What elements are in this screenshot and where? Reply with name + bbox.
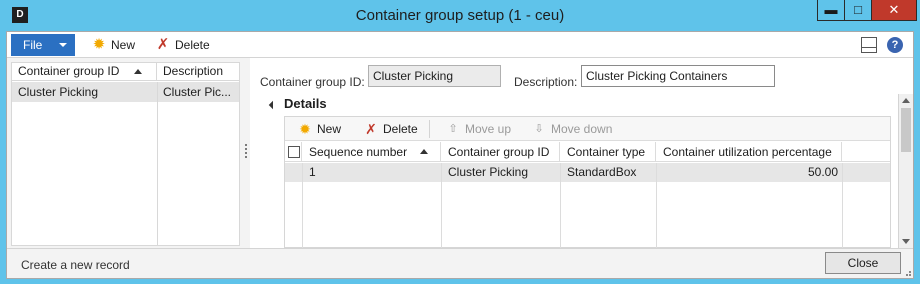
select-all-checkbox[interactable]: [288, 146, 300, 158]
title-bar[interactable]: D Container group setup (1 - ceu) ▬ □ ✕: [0, 0, 920, 30]
maximize-button[interactable]: □: [844, 0, 871, 21]
details-toolbar: ✹ New ✗ Delete ⇧ Move up ⇩ Move down: [285, 117, 890, 141]
close-button[interactable]: Close: [825, 252, 901, 274]
form-client-area: File ✹ New ✗ Delete ? Container group ID…: [6, 31, 914, 279]
window: D Container group setup (1 - ceu) ▬ □ ✕ …: [0, 0, 920, 284]
detail-pane: Container group ID: Cluster Picking Desc…: [250, 58, 913, 248]
column-divider: [441, 163, 442, 248]
column-divider: [842, 163, 843, 248]
column-divider: [302, 163, 303, 248]
help-icon[interactable]: ?: [887, 37, 903, 53]
column-divider: [560, 163, 561, 248]
column-header-container-type[interactable]: Container type: [560, 142, 656, 162]
container-group-id-field[interactable]: Cluster Picking: [368, 65, 501, 87]
collapse-arrow-icon[interactable]: [268, 100, 278, 110]
new-star-icon: ✹: [92, 36, 106, 53]
scroll-down-icon[interactable]: [902, 239, 910, 244]
column-divider: [157, 82, 158, 246]
move-up-button[interactable]: ⇧ Move up: [445, 120, 511, 138]
table-row[interactable]: 1 Cluster Picking StandardBox 50.00: [285, 163, 890, 182]
minimize-button[interactable]: ▬: [817, 0, 844, 21]
select-all-column: [285, 142, 302, 162]
details-new-label: New: [317, 122, 342, 136]
status-bar: Create a new record Close: [7, 248, 913, 278]
details-section-header[interactable]: Details: [284, 96, 327, 111]
details-grid-container: ✹ New ✗ Delete ⇧ Move up ⇩ Move down Seq…: [284, 116, 891, 248]
column-divider: [656, 163, 657, 248]
file-menu-button[interactable]: File: [11, 34, 75, 56]
cell-container-utilization: 50.00: [807, 165, 838, 179]
delete-button-label: Delete: [175, 38, 210, 52]
list-row[interactable]: Cluster Picking Cluster Pic...: [12, 82, 239, 102]
chevron-down-icon: [59, 43, 67, 47]
column-header-container-utilization[interactable]: Container utilization percentage: [656, 142, 842, 162]
window-title: Container group setup (1 - ceu): [355, 7, 565, 24]
delete-x-icon: ✗: [365, 121, 377, 137]
sort-ascending-icon: [420, 149, 428, 154]
description-label: Description:: [514, 75, 578, 89]
arrow-down-icon: ⇩: [534, 123, 544, 135]
delete-button[interactable]: ✗ Delete: [155, 36, 210, 54]
delete-x-icon: ✗: [156, 36, 170, 53]
pane-splitter-handle[interactable]: [245, 144, 248, 162]
move-up-label: Move up: [465, 122, 512, 136]
details-delete-button[interactable]: ✗ Delete: [363, 120, 418, 138]
column-header-description[interactable]: Description: [157, 63, 239, 81]
layout-icon[interactable]: [861, 37, 877, 53]
new-star-icon: ✹: [299, 121, 311, 137]
move-down-label: Move down: [551, 122, 613, 136]
scroll-up-icon[interactable]: [902, 98, 910, 103]
action-pane: File ✹ New ✗ Delete ?: [7, 32, 913, 58]
vertical-scrollbar[interactable]: [898, 94, 913, 248]
details-delete-label: Delete: [383, 122, 418, 136]
cell-container-type: StandardBox: [567, 165, 637, 179]
sort-ascending-icon: [134, 69, 142, 74]
list-header: Container group ID Description: [12, 63, 239, 81]
cell-sequence-number: 1: [309, 165, 316, 179]
list-cell-id: Cluster Picking: [18, 85, 99, 99]
container-group-id-label: Container group ID:: [260, 75, 365, 89]
close-window-button[interactable]: ✕: [871, 0, 917, 21]
container-group-list: Container group ID Description Cluster P…: [11, 62, 240, 246]
list-cell-description: Cluster Pic...: [163, 85, 232, 99]
file-menu-label: File: [23, 38, 43, 52]
description-field[interactable]: Cluster Picking Containers: [581, 65, 775, 87]
status-text: Create a new record: [21, 258, 130, 272]
new-button[interactable]: ✹ New: [91, 36, 135, 54]
arrow-up-icon: ⇧: [448, 123, 458, 135]
new-button-label: New: [111, 38, 136, 52]
details-new-button[interactable]: ✹ New: [297, 120, 341, 138]
column-header-container-group-id[interactable]: Container group ID: [441, 142, 560, 162]
cell-container-group-id: Cluster Picking: [448, 165, 529, 179]
move-down-button[interactable]: ⇩ Move down: [531, 120, 612, 138]
toolbar-separator: [429, 120, 430, 138]
resize-grip-icon[interactable]: [903, 268, 911, 276]
scrollbar-thumb[interactable]: [901, 108, 911, 152]
details-grid-header: Sequence number Container group ID Conta…: [285, 142, 890, 162]
